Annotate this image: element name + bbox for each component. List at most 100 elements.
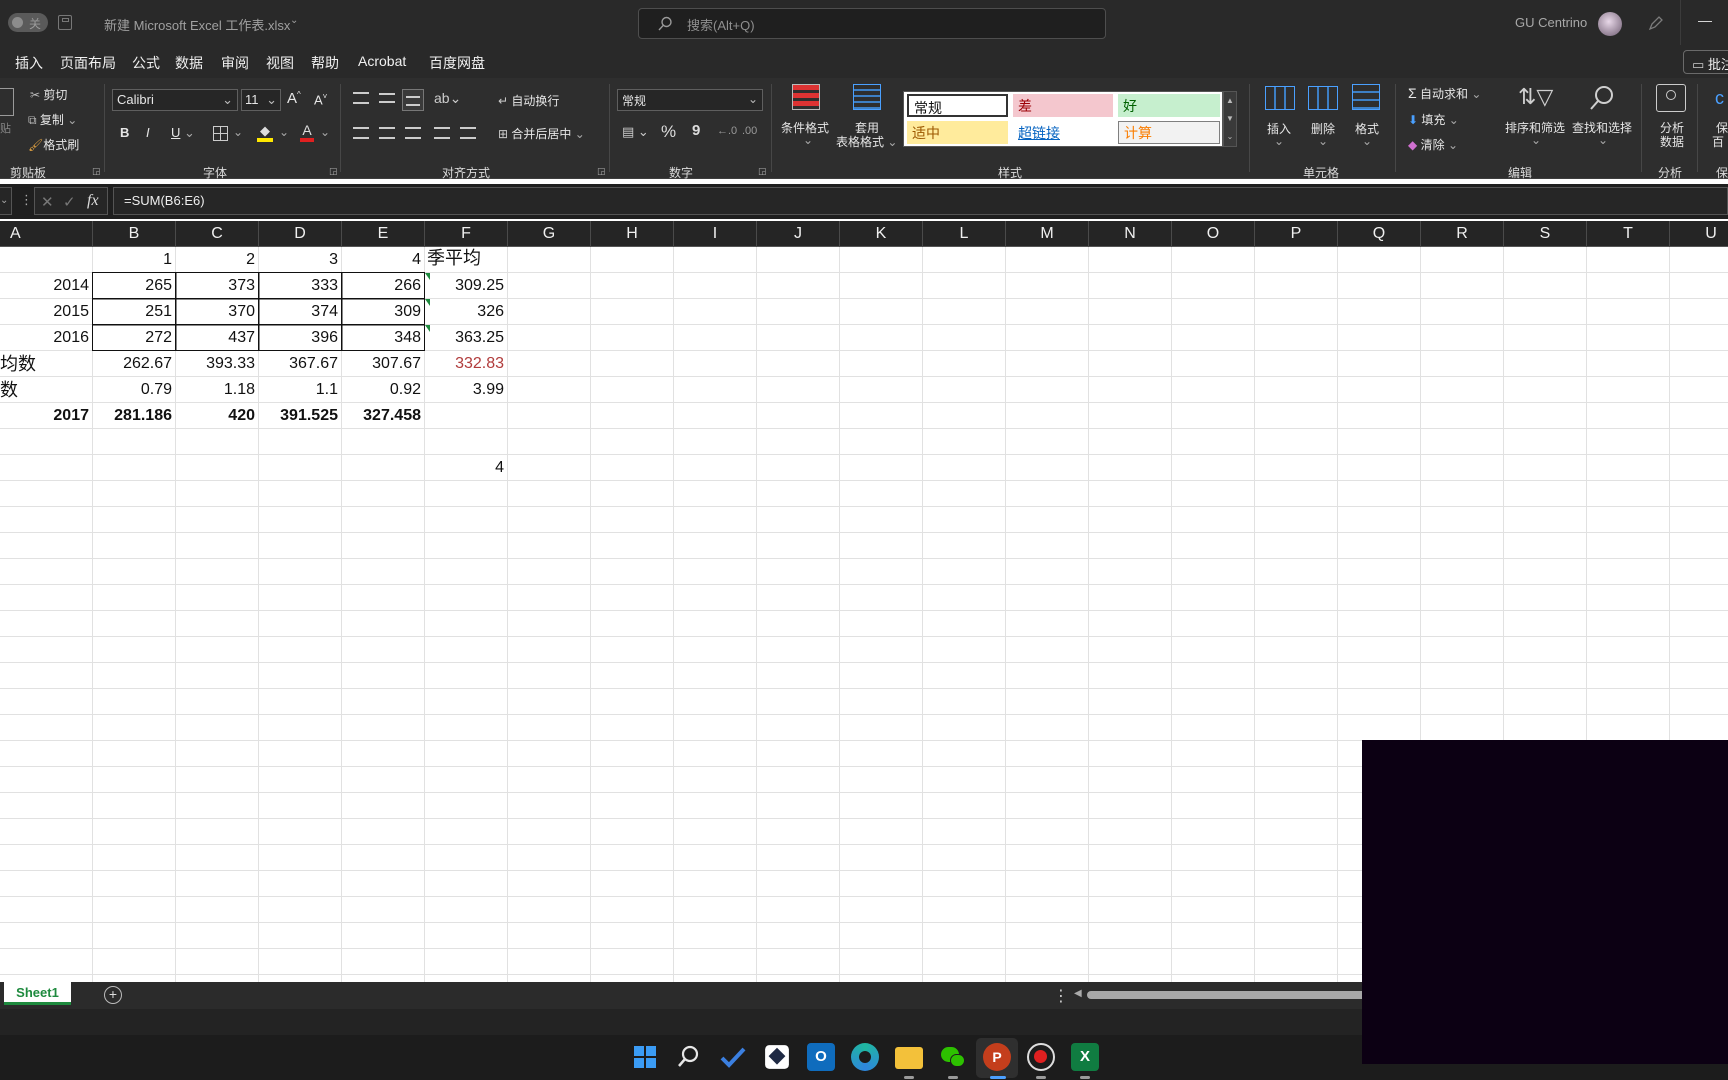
cell-a3[interactable]: 2015 <box>0 299 92 325</box>
error-indicator-icon[interactable] <box>425 273 430 280</box>
cell-f6[interactable]: 3.99 <box>424 377 507 403</box>
autosum-button[interactable]: Σ 自动求和 ⌄ <box>1408 85 1481 102</box>
enter-icon[interactable]: ✓ <box>63 193 76 211</box>
user-name[interactable]: GU Centrino <box>1515 15 1587 30</box>
save-to-baidu-label-2[interactable]: 百 <box>1712 133 1724 150</box>
insert-cells-icon[interactable] <box>1265 86 1295 110</box>
currency-icon[interactable]: ▤ ⌄ <box>622 124 649 140</box>
gallery-scroll[interactable]: ▲ ▼ ⌄ <box>1223 91 1237 147</box>
italic-button[interactable]: I <box>146 125 150 140</box>
cell-e1[interactable]: 4 <box>341 247 424 273</box>
fill-button[interactable]: ⬇ 填充 ⌄ <box>1408 111 1459 128</box>
cell-e4[interactable]: 348 <box>341 325 424 351</box>
align-center-icon[interactable] <box>379 127 395 139</box>
column-header-l[interactable]: L <box>923 221 1006 247</box>
column-header-m[interactable]: M <box>1006 221 1089 247</box>
wechat-icon[interactable] <box>939 1043 967 1071</box>
bold-button[interactable]: B <box>120 125 129 140</box>
column-header-j[interactable]: J <box>757 221 840 247</box>
cell-c7[interactable]: 420 <box>175 403 258 429</box>
more-icon[interactable]: ⋮ <box>20 192 33 208</box>
format-as-table-icon[interactable] <box>853 84 881 110</box>
baidu-icon[interactable]: c <box>1715 88 1724 109</box>
cell-b6[interactable]: 0.79 <box>92 377 175 403</box>
tab-page-layout[interactable]: 页面布局 <box>60 53 116 73</box>
chevron-down-icon[interactable]: ⌄ <box>279 125 289 139</box>
wrap-text-button[interactable]: ↵ 自动换行 <box>498 92 559 109</box>
column-header-t[interactable]: T <box>1587 221 1670 247</box>
increase-decimal-icon[interactable]: ←.0 <box>717 125 737 137</box>
tab-insert[interactable]: 插入 <box>15 53 43 73</box>
sheet-tab[interactable]: Sheet1 <box>4 982 71 1005</box>
style-calculation[interactable]: 计算 <box>1118 121 1220 144</box>
format-as-table-button[interactable]: 表格格式 ⌄ <box>836 133 897 150</box>
percent-button[interactable]: % <box>661 122 676 142</box>
add-sheet-button[interactable]: + <box>104 986 122 1004</box>
cell-b1[interactable]: 1 <box>92 247 175 273</box>
column-header-a[interactable]: A <box>0 221 93 247</box>
file-explorer-icon[interactable] <box>895 1047 923 1069</box>
cell-d4[interactable]: 396 <box>258 325 341 351</box>
cell-e2[interactable]: 266 <box>341 273 424 299</box>
analyze-data-label-2[interactable]: 数据 <box>1660 133 1684 150</box>
dialog-launcher-icon[interactable]: ◲ <box>92 166 101 177</box>
cell-b7[interactable]: 281.186 <box>92 403 175 429</box>
cell-a5[interactable]: 均数 <box>0 351 92 377</box>
cell-a2[interactable]: 2014 <box>0 273 92 299</box>
tab-formulas[interactable]: 公式 <box>132 53 160 73</box>
file-name[interactable]: 新建 Microsoft Excel 工作表.xlsx <box>104 15 290 34</box>
decrease-decimal-icon[interactable]: .00 <box>742 125 757 137</box>
chevron-down-icon[interactable]: ⌄ <box>233 125 243 139</box>
borders-icon[interactable] <box>213 126 228 141</box>
style-bad[interactable]: 差 <box>1013 94 1113 117</box>
windows-start-icon[interactable] <box>631 1043 659 1071</box>
cell-d2[interactable]: 333 <box>258 273 341 299</box>
error-indicator-icon[interactable] <box>425 325 430 332</box>
decrease-indent-icon[interactable] <box>434 127 450 139</box>
minimize-button[interactable]: — <box>1698 12 1712 28</box>
cell-c5[interactable]: 393.33 <box>175 351 258 377</box>
column-header-q[interactable]: Q <box>1338 221 1421 247</box>
search-icon[interactable] <box>675 1043 703 1071</box>
column-header-c[interactable]: C <box>176 221 259 247</box>
cell-d5[interactable]: 367.67 <box>258 351 341 377</box>
clear-button[interactable]: ◆ 清除 ⌄ <box>1408 136 1458 153</box>
tab-data[interactable]: 数据 <box>175 53 203 73</box>
cell-f3[interactable]: 326 <box>424 299 507 325</box>
increase-indent-icon[interactable] <box>460 127 476 139</box>
cell-d6[interactable]: 1.1 <box>258 377 341 403</box>
dialog-launcher-icon[interactable]: ◲ <box>758 166 767 177</box>
orientation-icon[interactable]: ab⌄ <box>434 90 461 107</box>
align-top-icon[interactable] <box>353 92 369 104</box>
column-header-n[interactable]: N <box>1089 221 1172 247</box>
column-header-i[interactable]: I <box>674 221 757 247</box>
cell-d3[interactable]: 374 <box>258 299 341 325</box>
column-header-p[interactable]: P <box>1255 221 1338 247</box>
autosave-toggle[interactable]: 关 <box>8 13 48 32</box>
search-box[interactable]: 搜索(Alt+Q) <box>638 8 1106 39</box>
find-icon[interactable] <box>1588 84 1616 112</box>
copy-button[interactable]: ⧉ 复制 ⌄ <box>28 111 77 128</box>
cell-d7[interactable]: 391.525 <box>258 403 341 429</box>
cancel-icon[interactable]: ✕ <box>41 193 54 211</box>
column-header-f[interactable]: F <box>425 221 508 247</box>
cell-b2[interactable]: 265 <box>92 273 175 299</box>
cell-f5[interactable]: 332.83 <box>424 351 507 377</box>
style-good[interactable]: 好 <box>1118 94 1220 117</box>
font-size-select[interactable]: 11 ⌄ <box>241 89 281 111</box>
chevron-down-icon[interactable]: ⌄ <box>290 15 298 26</box>
align-left-icon[interactable] <box>353 127 369 139</box>
paste-icon[interactable] <box>0 88 14 116</box>
excel-icon[interactable]: X <box>1071 1043 1099 1071</box>
grow-font-button[interactable]: A^ <box>287 90 301 107</box>
cut-button[interactable]: ✂ 剪切 <box>30 86 67 103</box>
cell-e3[interactable]: 309 <box>341 299 424 325</box>
align-middle-icon[interactable] <box>379 93 395 103</box>
cell-c2[interactable]: 373 <box>175 273 258 299</box>
cell-a7[interactable]: 2017 <box>0 403 92 429</box>
dialog-launcher-icon[interactable]: ◲ <box>329 166 338 177</box>
formula-input[interactable]: =SUM(B6:E6) <box>113 187 1728 215</box>
style-normal[interactable]: 常规 <box>907 94 1008 117</box>
merge-center-button[interactable]: ⊞ 合并后居中 ⌄ <box>498 125 585 142</box>
cell-e6[interactable]: 0.92 <box>341 377 424 403</box>
